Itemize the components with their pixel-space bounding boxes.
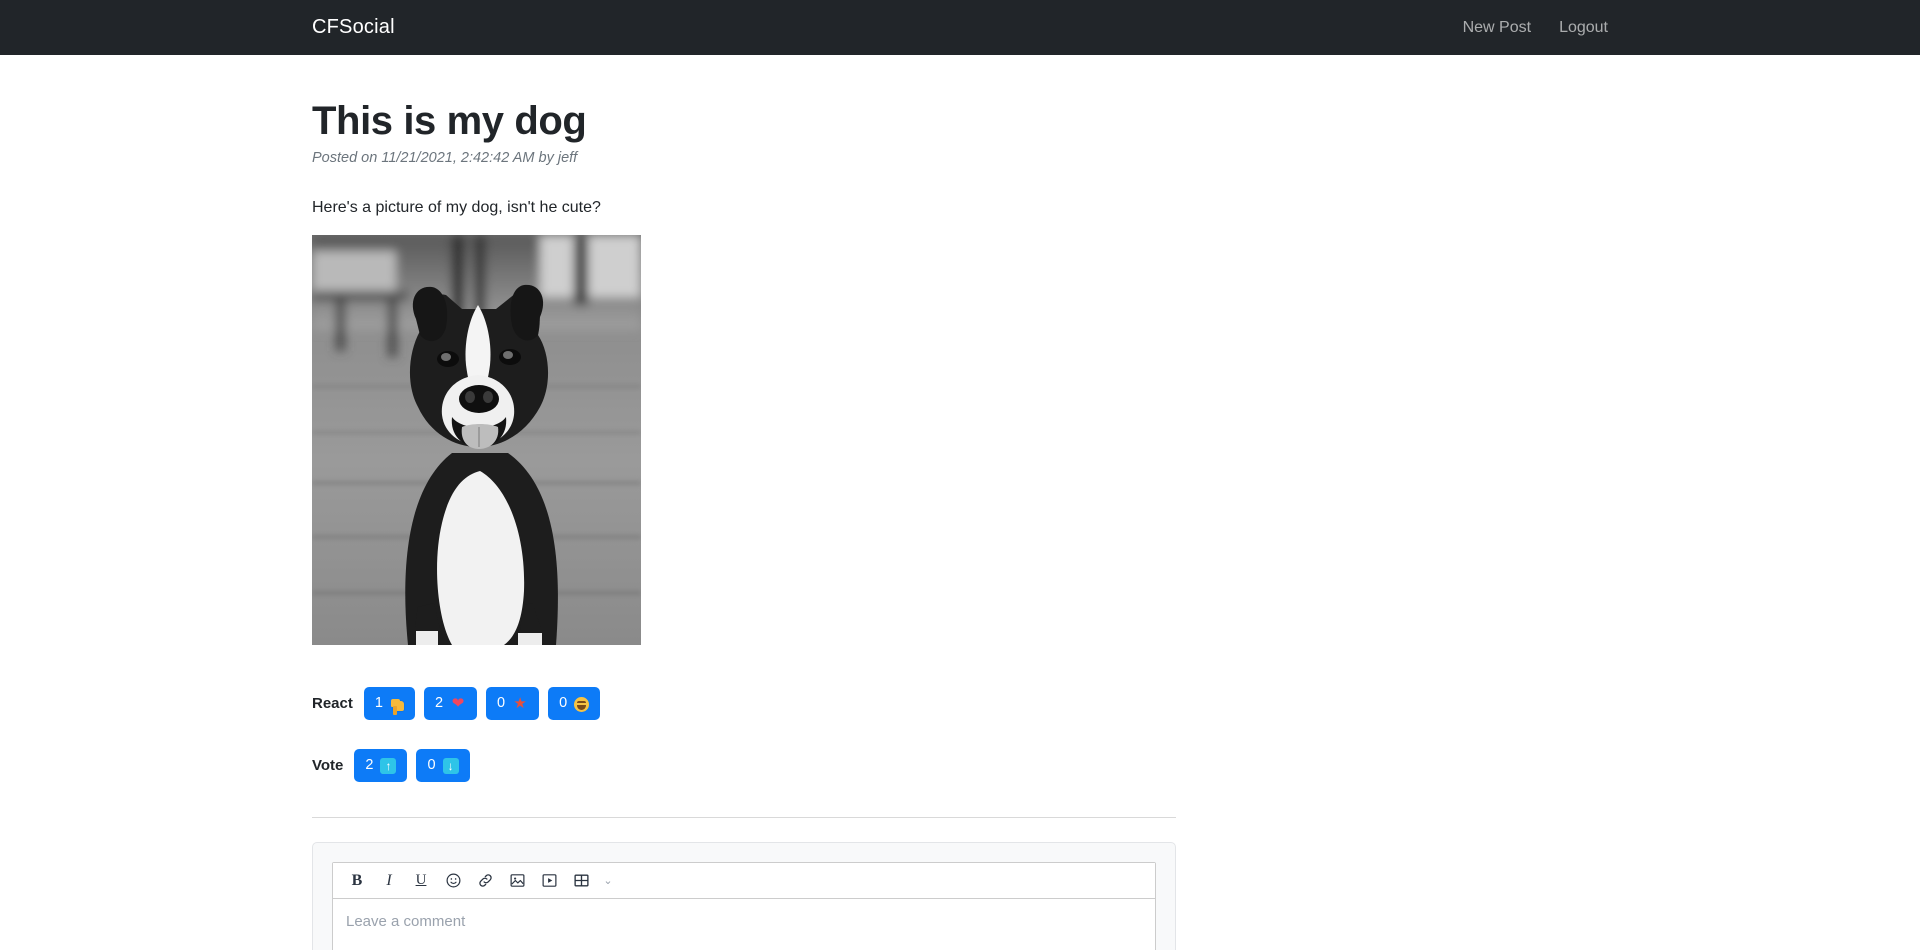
joy-emoji [574, 696, 590, 712]
page-title: This is my dog [312, 99, 587, 143]
vote-row: Vote 2 ↑ 0 ↓ [312, 749, 1176, 782]
top-navbar: CFSocial New Post Logout [0, 0, 1920, 55]
page-container: This is my dog Posted on 11/21/2021, 2:4… [0, 55, 1920, 950]
react-count-thumbs-up: 1 [374, 695, 383, 712]
editor-toolbar: B I U ⌄ [333, 863, 1155, 899]
post-meta: Posted on 11/21/2021, 2:42:42 AM by jeff [312, 150, 578, 166]
react-button-party[interactable]: 0 ★ [486, 687, 540, 720]
react-label: React [312, 695, 353, 712]
react-button-laugh[interactable]: 0 [548, 687, 601, 720]
nav-link-logout[interactable]: Logout [1559, 19, 1608, 37]
chevron-down-icon[interactable]: ⌄ [599, 867, 617, 895]
up-arrow-emoji: ↑ [380, 757, 397, 774]
underline-icon[interactable]: U [407, 867, 435, 895]
dog-photo-svg [312, 235, 641, 645]
emoji-icon[interactable] [439, 867, 467, 895]
navbar-links: New Post Logout [1463, 19, 1608, 37]
video-icon[interactable] [535, 867, 563, 895]
react-count-laugh: 0 [559, 695, 568, 712]
comment-editor: B I U ⌄ Leave a comment [332, 862, 1156, 950]
vote-label: Vote [312, 757, 344, 774]
comment-card: B I U ⌄ Leave a comment [312, 842, 1176, 950]
post-image [312, 235, 641, 645]
italic-icon[interactable]: I [375, 867, 403, 895]
vote-button-up[interactable]: 2 ↑ [354, 749, 408, 782]
nav-link-new-post[interactable]: New Post [1463, 19, 1531, 37]
link-icon[interactable] [471, 867, 499, 895]
post-column: This is my dog Posted on 11/21/2021, 2:4… [312, 98, 1176, 950]
party-popper-emoji: ★ [513, 694, 527, 712]
react-row: React 1 2 ❤ 0 ★ 0 [312, 687, 1176, 720]
post-body-text: Here's a picture of my dog, isn't he cut… [312, 199, 601, 216]
react-count-heart: 2 [434, 695, 444, 712]
react-count-party: 0 [497, 695, 506, 712]
thumbs-up-emoji [392, 700, 404, 715]
vote-count-up: 2 [365, 757, 374, 774]
post-image-wrap [312, 235, 1176, 645]
section-divider [312, 817, 1176, 818]
table-icon[interactable] [567, 867, 595, 895]
react-button-heart[interactable]: 2 ❤ [423, 687, 478, 720]
down-arrow-emoji: ↓ [442, 757, 459, 774]
brand-logo[interactable]: CFSocial [312, 16, 395, 39]
vote-count-down: 0 [427, 757, 436, 774]
react-button-thumbs-up[interactable]: 1 [363, 687, 415, 720]
bold-icon[interactable]: B [343, 867, 371, 895]
sparkling-heart-emoji: ❤ [451, 694, 465, 712]
comment-input[interactable]: Leave a comment [333, 899, 1155, 950]
image-icon[interactable] [503, 867, 531, 895]
vote-button-down[interactable]: 0 ↓ [416, 749, 470, 782]
